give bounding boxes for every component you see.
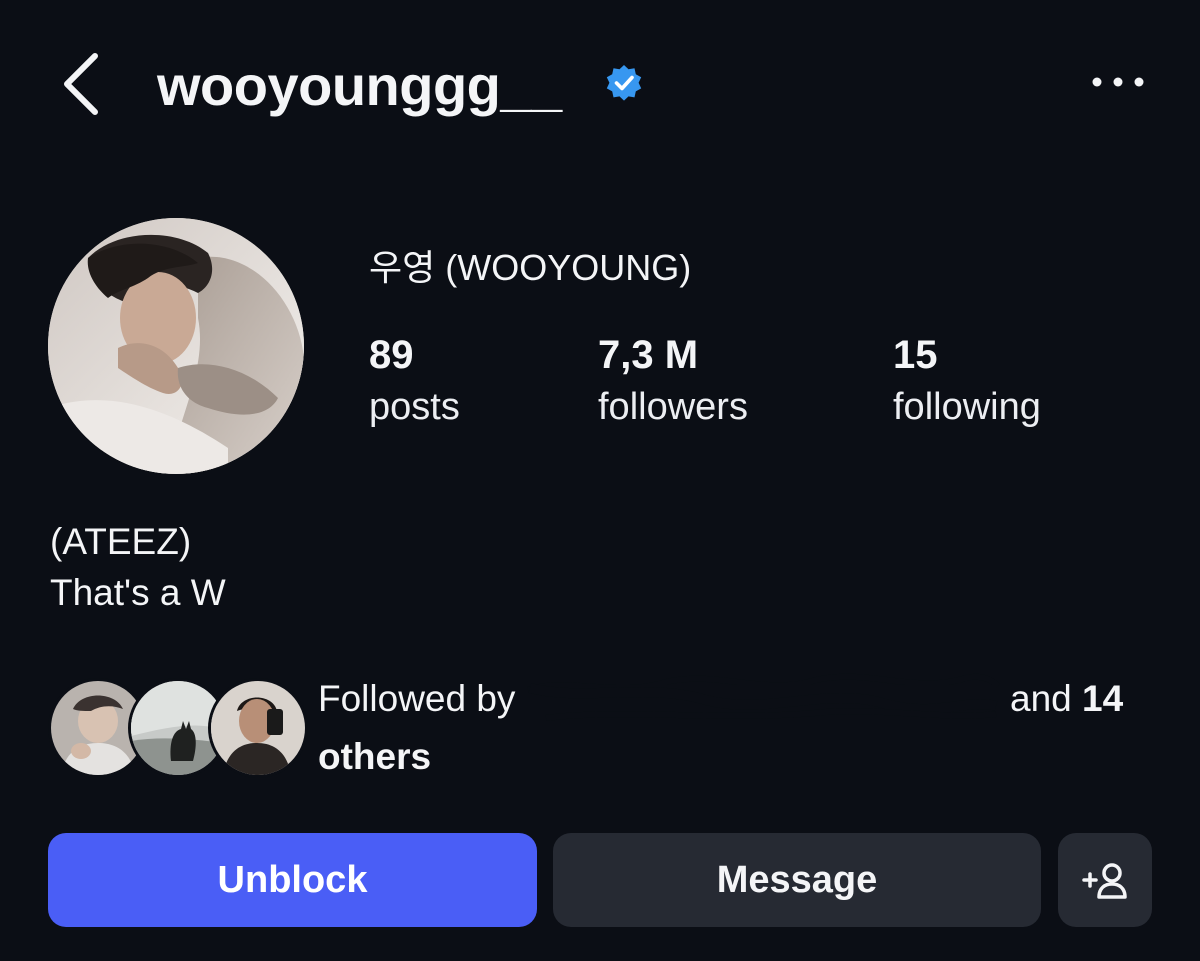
verified-badge-icon bbox=[606, 65, 642, 101]
add-user-icon bbox=[1082, 863, 1127, 899]
unblock-button-label: Unblock bbox=[217, 858, 368, 901]
stat-following[interactable]: 15 following bbox=[893, 330, 1041, 434]
add-user-button[interactable] bbox=[1058, 833, 1152, 927]
unblock-button[interactable]: Unblock bbox=[48, 833, 537, 927]
message-button[interactable]: Message bbox=[553, 833, 1041, 927]
stat-followers-value: 7,3 M bbox=[598, 333, 699, 377]
more-horizontal-icon bbox=[1092, 77, 1144, 87]
stat-followers[interactable]: 7,3 M followers bbox=[598, 330, 748, 434]
mutual-followers-avatars[interactable] bbox=[48, 678, 308, 778]
bio-line-1: (ATEEZ) bbox=[50, 521, 192, 562]
followed-by-and: and bbox=[1010, 678, 1072, 719]
followed-by-prefix: Followed by bbox=[318, 678, 516, 719]
profile-header: wooyounggg__ bbox=[0, 0, 1200, 170]
stat-posts-value: 89 bbox=[369, 333, 414, 377]
profile-photo bbox=[48, 218, 304, 474]
stat-posts[interactable]: 89 posts bbox=[369, 330, 460, 434]
stat-followers-label: followers bbox=[598, 386, 748, 428]
followed-by-text[interactable]: Followed by and 14 others bbox=[318, 672, 1158, 784]
more-options-button[interactable] bbox=[1080, 60, 1160, 104]
mutual-avatar-3 bbox=[208, 678, 308, 778]
bio-line-2: That's a W bbox=[50, 572, 226, 613]
profile-username: wooyounggg__ bbox=[157, 54, 562, 117]
stat-following-label: following bbox=[893, 386, 1041, 428]
followed-by-others: others bbox=[318, 736, 432, 778]
profile-bio: (ATEEZ) That's a W bbox=[50, 516, 226, 618]
redacted-scribble bbox=[526, 673, 1000, 722]
chevron-left-icon bbox=[64, 53, 98, 115]
profile-avatar[interactable] bbox=[48, 218, 304, 474]
message-button-label: Message bbox=[716, 858, 878, 901]
profile-display-name: 우영 (WOOYOUNG) bbox=[369, 247, 692, 288]
stat-posts-label: posts bbox=[369, 386, 460, 428]
back-button[interactable] bbox=[55, 48, 115, 120]
followed-by-count: 14 bbox=[1082, 678, 1124, 719]
stat-following-value: 15 bbox=[893, 333, 938, 377]
